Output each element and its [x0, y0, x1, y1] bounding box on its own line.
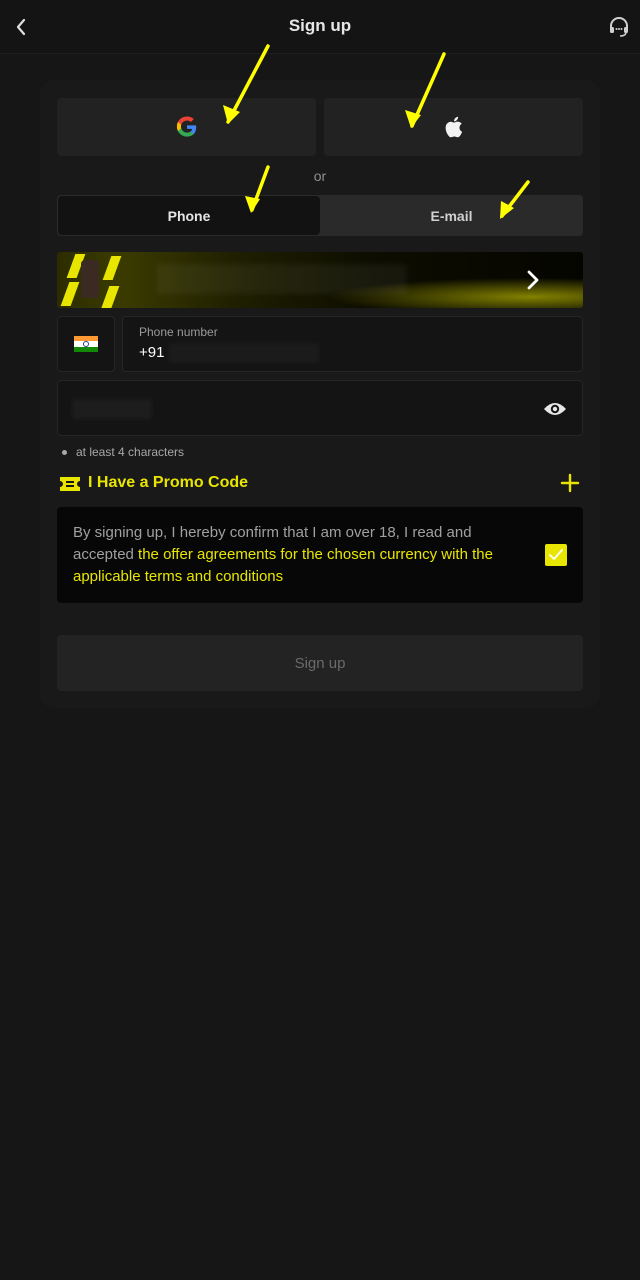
banner-redacted-text — [157, 264, 407, 294]
signup-method-tabs: Phone E-mail — [57, 195, 583, 236]
password-hint-text: at least 4 characters — [76, 445, 185, 459]
phone-input-value: +91 — [139, 344, 165, 361]
chevron-right-icon — [527, 270, 539, 290]
banner-character — [81, 260, 99, 298]
bonus-banner[interactable] — [57, 252, 583, 308]
password-redacted — [72, 399, 152, 419]
password-hint: at least 4 characters — [62, 445, 184, 459]
support-button[interactable] — [604, 12, 634, 42]
phone-input-label: Phone number — [139, 325, 218, 339]
tab-email[interactable]: E-mail — [320, 195, 583, 236]
ticket-icon — [60, 477, 80, 491]
plus-icon — [560, 473, 580, 493]
apple-signup-button[interactable] — [324, 98, 583, 156]
or-divider: or — [313, 168, 327, 184]
bullet-icon — [62, 449, 67, 455]
google-signup-button[interactable] — [57, 98, 316, 156]
google-icon — [176, 116, 196, 137]
toggle-password-visibility-button[interactable] — [542, 398, 568, 420]
country-selector[interactable] — [57, 316, 115, 372]
banner-stripe — [100, 286, 120, 308]
promo-code-label: I Have a Promo Code — [88, 474, 249, 491]
terms-box: By signing up, I hereby confirm that I a… — [57, 507, 583, 603]
terms-text: By signing up, I hereby confirm that I a… — [73, 522, 523, 588]
terms-checkbox[interactable] — [545, 544, 567, 566]
password-input[interactable] — [57, 380, 583, 436]
top-bar: Sign up — [0, 0, 640, 54]
eye-icon — [544, 403, 566, 415]
tab-phone[interactable]: Phone — [58, 196, 320, 235]
india-flag-icon — [74, 336, 98, 352]
apple-icon — [445, 116, 462, 138]
checkmark-icon — [549, 549, 563, 560]
banner-stripe — [102, 256, 122, 280]
promo-code-toggle[interactable]: I Have a Promo Code — [57, 470, 583, 498]
page-title: Sign up — [288, 16, 352, 35]
banner-stripe — [60, 282, 80, 306]
signup-submit-button[interactable]: Sign up — [57, 635, 583, 691]
phone-input[interactable]: Phone number +91 — [122, 316, 583, 372]
headset-icon — [610, 17, 628, 37]
phone-redacted — [169, 343, 319, 363]
